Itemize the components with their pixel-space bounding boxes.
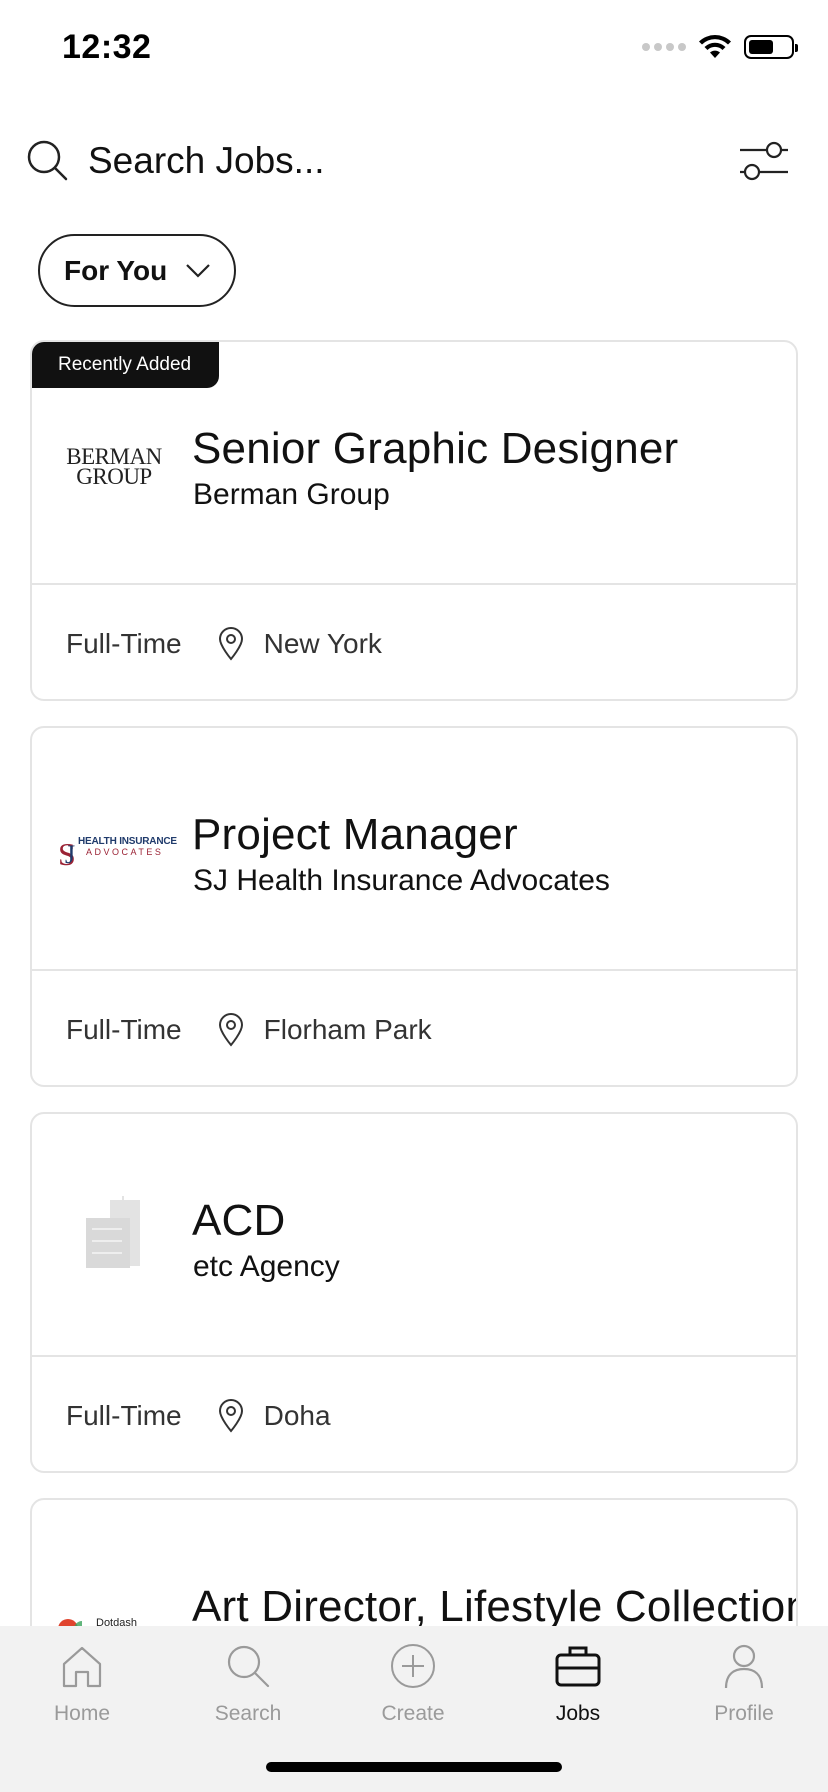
search-icon — [27, 140, 68, 181]
plus-circle-icon — [391, 1644, 435, 1688]
tab-create-label: Create — [381, 1702, 445, 1725]
recently-added-badge: Recently Added — [32, 342, 220, 388]
job-card[interactable]: S J HEALTH INSURANCE ADVOCATES Project M… — [30, 726, 798, 1087]
job-card[interactable]: ACD etc Agency Full-Time Doha — [30, 1112, 798, 1473]
job-title: Senior Graphic Designer — [192, 424, 679, 473]
location-pin-icon — [218, 627, 243, 661]
search-input[interactable] — [88, 140, 688, 182]
job-card-details: Full-Time New York — [32, 587, 796, 699]
job-card[interactable]: Recently Added BERMAN GROUP Senior Graph… — [30, 340, 798, 701]
svg-text:J: J — [65, 840, 75, 869]
job-card-header: S J HEALTH INSURANCE ADVOCATES Project M… — [32, 728, 796, 971]
company-logo: S J HEALTH INSURANCE ADVOCATES — [58, 836, 177, 872]
chevron-down-icon — [186, 263, 210, 278]
filter-sliders-icon[interactable] — [738, 140, 788, 182]
briefcase-icon — [555, 1646, 601, 1687]
job-title: ACD — [192, 1196, 286, 1245]
cellular-signal-icon — [642, 43, 686, 51]
job-type: Full-Time — [66, 1400, 182, 1431]
status-time: 12:32 — [62, 28, 152, 66]
tab-profile[interactable]: Profile — [684, 1642, 804, 1726]
company-name: SJ Health Insurance Advocates — [193, 864, 610, 897]
job-card-details: Full-Time Florham Park — [32, 973, 796, 1085]
tab-search-label: Search — [214, 1702, 282, 1725]
status-icons — [642, 34, 798, 60]
location-pin-icon — [218, 1013, 243, 1047]
search-icon — [227, 1645, 270, 1688]
tab-jobs-label: Jobs — [555, 1702, 601, 1725]
tab-jobs[interactable]: Jobs — [518, 1642, 638, 1726]
tab-search[interactable]: Search — [188, 1642, 308, 1726]
company-name: Berman Group — [193, 478, 390, 511]
tab-home[interactable]: Home — [22, 1642, 142, 1726]
job-type: Full-Time — [66, 1014, 182, 1045]
tab-profile-label: Profile — [714, 1702, 774, 1725]
company-logo: BERMAN GROUP — [66, 444, 162, 489]
location-pin-icon — [218, 1399, 243, 1433]
for-you-label: For You — [64, 254, 168, 286]
job-title: Project Manager — [192, 810, 518, 859]
building-placeholder-icon — [58, 1196, 170, 1268]
job-type: Full-Time — [66, 628, 182, 659]
search-bar — [26, 130, 802, 192]
person-icon — [724, 1644, 764, 1689]
job-location: New York — [263, 628, 382, 659]
battery-icon — [744, 35, 798, 59]
tab-home-label: Home — [53, 1702, 111, 1725]
job-location: Florham Park — [263, 1014, 432, 1045]
for-you-dropdown[interactable]: For You — [38, 234, 236, 307]
status-bar: 12:32 — [0, 0, 828, 100]
job-title: Art Director, Lifestyle Collection — [192, 1582, 798, 1631]
wifi-icon — [699, 35, 731, 58]
job-card-header: ACD etc Agency — [32, 1114, 796, 1357]
home-indicator[interactable] — [266, 1762, 562, 1772]
job-card-header: Recently Added BERMAN GROUP Senior Graph… — [32, 342, 796, 585]
job-card-details: Full-Time Doha — [32, 1359, 796, 1471]
home-icon — [62, 1646, 102, 1688]
company-name: etc Agency — [193, 1250, 340, 1283]
tab-create[interactable]: Create — [353, 1642, 473, 1726]
job-location: Doha — [263, 1400, 331, 1431]
